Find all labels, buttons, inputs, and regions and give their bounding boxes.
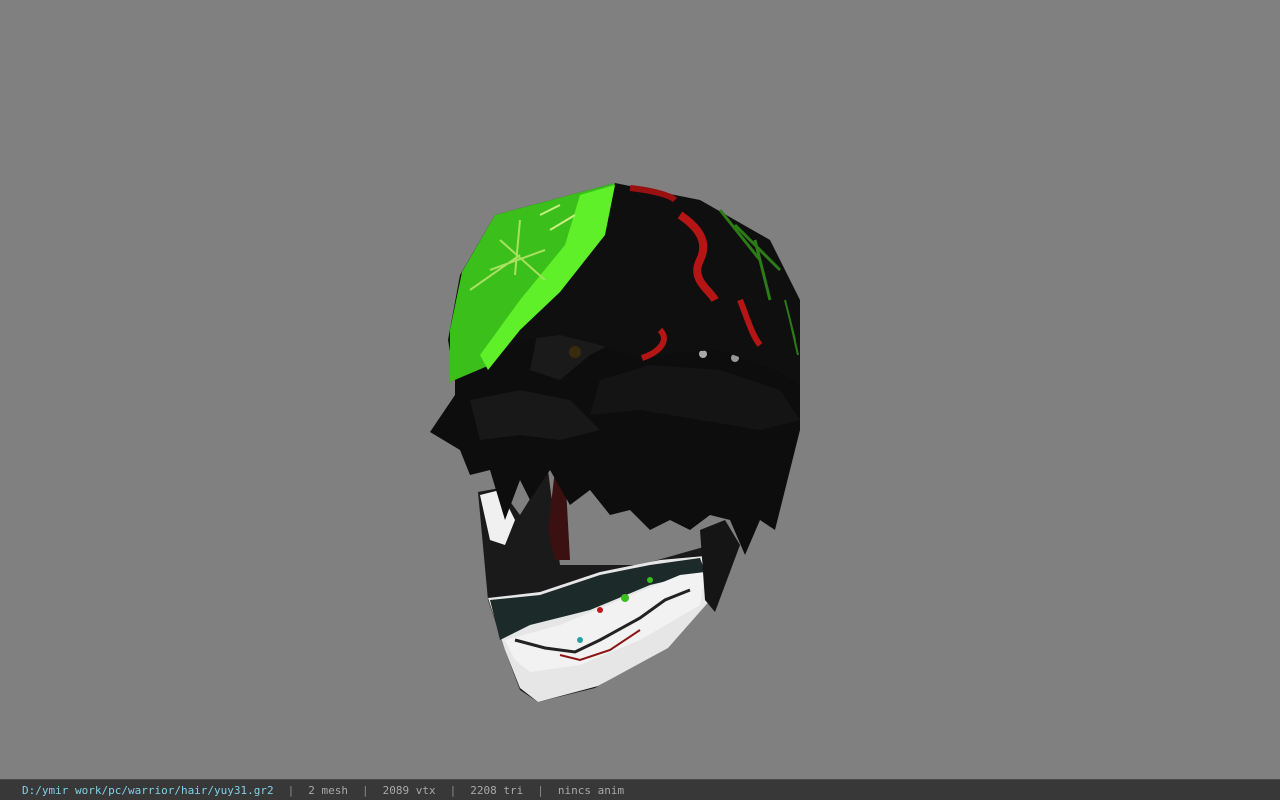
animation-status-label: nincs anim	[557, 783, 625, 797]
3d-viewport[interactable]	[0, 0, 1280, 779]
triangle-count-label: 2208 tri	[470, 783, 524, 797]
hair-model-render[interactable]	[0, 0, 1280, 779]
status-bar: D:/ymir work/pc/warrior/hair/yuy31.gr2 |…	[0, 779, 1280, 800]
status-separator: |	[287, 783, 295, 797]
status-separator: |	[449, 783, 457, 797]
file-path-label: D:/ymir work/pc/warrior/hair/yuy31.gr2	[22, 783, 274, 797]
vertex-count-label: 2089 vtx	[382, 783, 436, 797]
mesh-count-label: 2 mesh	[308, 783, 349, 797]
status-separator: |	[537, 783, 544, 797]
status-separator: |	[362, 783, 369, 797]
